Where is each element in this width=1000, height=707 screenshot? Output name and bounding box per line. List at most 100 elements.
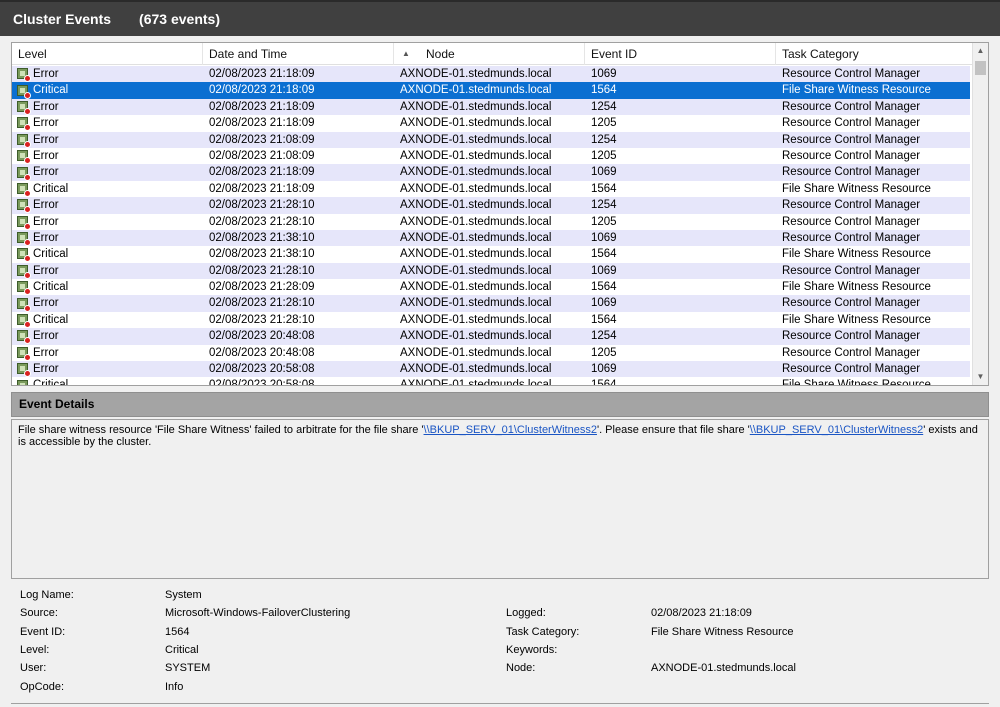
error-event-icon [16, 215, 31, 230]
column-header-date[interactable]: Date and Time [203, 43, 394, 65]
date-cell: 02/08/2023 21:28:10 [209, 199, 315, 212]
critical-event-icon [16, 280, 31, 296]
table-row[interactable]: Error 02/08/2023 21:28:10 AXNODE-01.stedmu… [12, 295, 970, 312]
task-category-label: Task Category: [506, 626, 580, 638]
table-row[interactable]: Critical 02/08/2023 21:18:09 AXNODE-01.ste… [12, 181, 970, 197]
level-cell: Error [12, 115, 203, 132]
event-id-cell: 1069 [591, 68, 617, 80]
level-cell: Critical [12, 279, 203, 296]
table-row[interactable]: Error 02/08/2023 20:48:08 AXNODE-01.stedmu… [12, 345, 970, 361]
task-category-cell: File Share Witness Resource [782, 313, 931, 326]
window-title-bar: Cluster Events (673 events) [0, 0, 1000, 36]
node-cell: AXNODE-01.stedmunds.local [400, 248, 552, 261]
table-row[interactable]: Error 02/08/2023 21:18:09 AXNODE-01.stedmu… [12, 66, 970, 83]
table-row[interactable]: Critical 02/08/2023 21:28:10 AXNODE-01.ste… [12, 312, 970, 329]
event-id-cell: 1205 [591, 215, 617, 228]
node-cell: AXNODE-01.stedmunds.local [400, 297, 552, 310]
date-cell: 02/08/2023 21:28:09 [209, 281, 315, 294]
node-cell: AXNODE-01.stedmunds.local [400, 281, 552, 294]
table-row[interactable]: Critical 02/08/2023 20:58:08 AXNODE-01.ste… [12, 377, 970, 386]
level-cell: Error [12, 99, 203, 115]
table-row[interactable]: Error 02/08/2023 21:38:10 AXNODE-01.stedmu… [12, 229, 970, 247]
source-label: Source: [20, 607, 58, 619]
task-category-cell: Resource Control Manager [782, 231, 921, 244]
date-cell: 02/08/2023 21:18:09 [209, 68, 315, 80]
level-text: Error [33, 149, 59, 162]
node-label: Node: [506, 662, 536, 674]
level-text: Error [33, 346, 59, 359]
task-category-value: File Share Witness Resource [651, 626, 794, 638]
level-cell: Critical [12, 181, 203, 197]
task-category-cell: Resource Control Manager [782, 117, 921, 130]
events-grid[interactable]: Level Date and Time ▲ Node Event ID Task… [11, 42, 989, 386]
error-event-icon [16, 100, 31, 115]
column-header-level[interactable]: Level [12, 43, 203, 65]
level-text: Error [33, 231, 59, 244]
error-event-icon [16, 297, 31, 312]
table-row[interactable]: Error 02/08/2023 21:28:10 AXNODE-01.stedmu… [12, 262, 970, 280]
table-row[interactable]: Critical 02/08/2023 21:18:09 AXNODE-01.ste… [12, 82, 970, 99]
level-cell: Critical [12, 82, 203, 99]
level-cell: Error [12, 345, 203, 361]
task-category-cell: Resource Control Manager [782, 264, 921, 277]
table-row[interactable]: Error 02/08/2023 20:58:08 AXNODE-01.stedmu… [12, 361, 970, 378]
task-category-cell: Resource Control Manager [782, 346, 921, 359]
table-row[interactable]: Error 02/08/2023 21:28:10 AXNODE-01.stedmu… [12, 214, 970, 230]
event-properties: Log Name: System Source: Microsoft-Windo… [0, 586, 1000, 702]
critical-event-icon [16, 84, 31, 99]
level-text: Error [33, 166, 59, 179]
event-id-cell: 1069 [591, 264, 617, 277]
event-id-cell: 1564 [591, 281, 617, 294]
table-row[interactable]: Error 02/08/2023 21:28:10 AXNODE-01.stedmu… [12, 197, 970, 214]
witness-share-link-2[interactable]: \\BKUP_SERV_01\ClusterWitness2 [750, 424, 923, 436]
level-text: Critical [33, 379, 69, 386]
level-cell: Critical [12, 312, 203, 329]
date-cell: 02/08/2023 20:58:08 [209, 379, 315, 386]
level-text: Error [33, 363, 59, 376]
user-label: User: [20, 662, 47, 674]
critical-event-icon [16, 247, 31, 263]
task-category-cell: Resource Control Manager [782, 149, 921, 162]
date-cell: 02/08/2023 21:18:09 [209, 84, 315, 97]
error-event-icon [16, 198, 31, 214]
event-id-cell: 1205 [591, 117, 617, 130]
task-category-cell: Resource Control Manager [782, 330, 921, 343]
table-row[interactable]: Error 02/08/2023 21:08:09 AXNODE-01.stedmu… [12, 148, 970, 165]
column-header-task-category[interactable]: Task Category [776, 43, 974, 65]
table-row[interactable]: Error 02/08/2023 21:18:09 AXNODE-01.stedmu… [12, 98, 970, 116]
event-id-cell: 1564 [591, 248, 617, 261]
table-row[interactable]: Error 02/08/2023 21:18:09 AXNODE-01.stedmu… [12, 115, 970, 132]
task-category-cell: File Share Witness Resource [782, 379, 931, 386]
window-title: Cluster Events [13, 11, 112, 27]
scrollbar-thumb[interactable] [975, 61, 986, 75]
table-row[interactable]: Critical 02/08/2023 21:28:09 AXNODE-01.ste… [12, 279, 970, 296]
error-event-icon [16, 264, 31, 279]
date-cell: 02/08/2023 21:28:10 [209, 264, 315, 277]
grid-header: Level Date and Time ▲ Node Event ID Task… [12, 43, 974, 65]
column-header-event-id[interactable]: Event ID [585, 43, 776, 65]
message-text-1: File share witness resource 'File Share … [18, 424, 424, 436]
level-cell: Error [12, 148, 203, 165]
level-text: Error [33, 215, 59, 228]
node-cell: AXNODE-01.stedmunds.local [400, 166, 552, 179]
table-row[interactable]: Critical 02/08/2023 21:38:10 AXNODE-01.ste… [12, 246, 970, 263]
event-id-cell: 1205 [591, 149, 617, 162]
user-value: SYSTEM [165, 662, 211, 674]
scroll-down-icon[interactable]: ▼ [973, 369, 988, 385]
level-text: Error [33, 68, 59, 80]
table-row[interactable]: Error 02/08/2023 21:18:09 AXNODE-01.stedmu… [12, 164, 970, 181]
node-cell: AXNODE-01.stedmunds.local [400, 231, 552, 244]
column-header-node[interactable]: ▲ Node [394, 43, 585, 65]
event-id-cell: 1069 [591, 231, 617, 244]
table-row[interactable]: Error 02/08/2023 21:08:09 AXNODE-01.stedmu… [12, 131, 970, 148]
task-category-cell: Resource Control Manager [782, 68, 921, 80]
witness-share-link-1[interactable]: \\BKUP_SERV_01\ClusterWitness2 [424, 424, 597, 436]
event-id-cell: 1564 [591, 84, 617, 97]
node-cell: AXNODE-01.stedmunds.local [400, 149, 552, 162]
level-value: Critical [165, 644, 199, 656]
event-id-label: Event ID: [20, 626, 66, 638]
table-row[interactable]: Error 02/08/2023 20:48:08 AXNODE-01.stedmu… [12, 328, 970, 345]
scroll-up-icon[interactable]: ▲ [973, 43, 988, 59]
level-text: Error [33, 297, 59, 310]
vertical-scrollbar[interactable]: ▲ ▼ [972, 43, 988, 385]
